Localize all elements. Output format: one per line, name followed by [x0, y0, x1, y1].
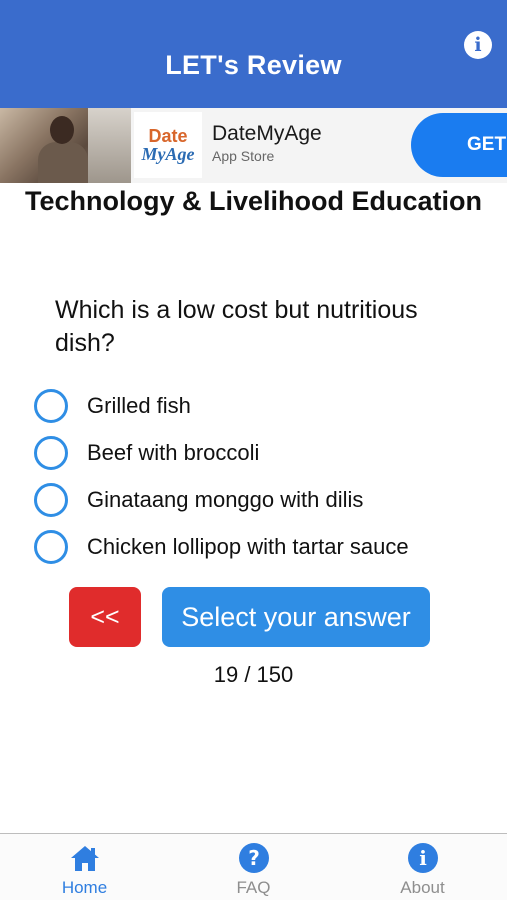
answer-option-label: Beef with broccoli [87, 439, 260, 465]
answer-option-label: Ginataang monggo with dilis [87, 486, 364, 512]
info-circle-icon: i [407, 842, 439, 874]
answer-option-label: Chicken lollipop with tartar sauce [87, 533, 409, 559]
svg-text:?: ? [248, 846, 260, 870]
radio-button[interactable] [34, 482, 68, 517]
tab-about-label: About [400, 878, 445, 897]
home-icon [69, 842, 101, 874]
ad-app-name: DateMyAge [212, 122, 322, 145]
radio-button[interactable] [34, 435, 68, 470]
radio-button[interactable] [34, 529, 68, 564]
svg-text:i: i [419, 846, 427, 870]
tab-home[interactable]: Home [0, 834, 169, 900]
question-circle-icon: ? [238, 842, 270, 874]
tab-about[interactable]: i About [338, 834, 507, 900]
app-title: LET's Review [165, 50, 342, 80]
ad-store-label: App Store [212, 148, 275, 164]
answer-options: Grilled fish Beef with broccoli Ginataan… [34, 382, 494, 570]
ad-get-button[interactable]: GET [411, 113, 507, 177]
subject-title: Technology & Livelihood Education [24, 186, 482, 216]
ad-photo [0, 108, 131, 183]
tab-faq[interactable]: ? FAQ [169, 834, 338, 900]
answer-option-label: Grilled fish [87, 392, 191, 418]
ad-banner[interactable]: Date MyAge DateMyAge App Store GET [0, 108, 507, 183]
previous-question-button[interactable]: << [69, 587, 141, 647]
app-screen: LET's Review i Date MyAge DateMyAge App … [0, 0, 507, 900]
radio-button[interactable] [34, 388, 68, 423]
answer-option[interactable]: Chicken lollipop with tartar sauce [34, 523, 494, 570]
app-header: LET's Review i [0, 0, 507, 108]
ad-app-logo: Date MyAge [134, 112, 202, 178]
tab-faq-label: FAQ [236, 878, 271, 897]
bottom-tab-bar: Home ? FAQ i About [0, 833, 507, 900]
answer-option[interactable]: Grilled fish [34, 382, 494, 429]
info-icon[interactable]: i [464, 31, 492, 59]
answer-option[interactable]: Ginataang monggo with dilis [34, 476, 494, 523]
answer-option[interactable]: Beef with broccoli [34, 429, 494, 476]
question-counter: 19 / 150 [213, 662, 294, 687]
question-text: Which is a low cost but nutritious dish? [55, 296, 418, 357]
select-answer-button[interactable]: Select your answer [162, 587, 430, 647]
tab-home-label: Home [61, 878, 108, 897]
